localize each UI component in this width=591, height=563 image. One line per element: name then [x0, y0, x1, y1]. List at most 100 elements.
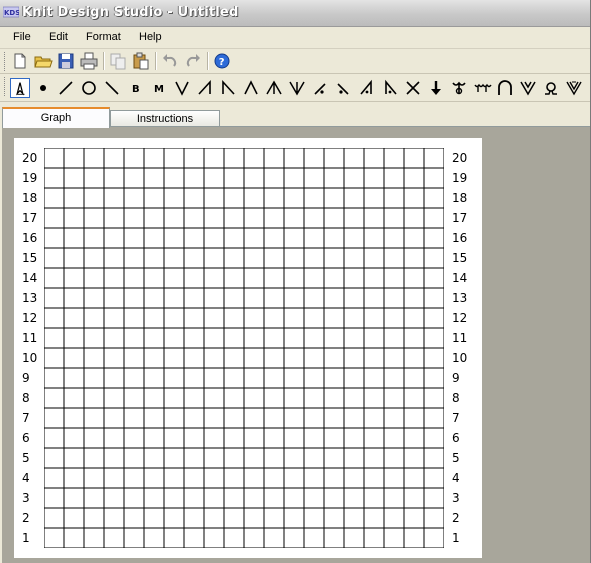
chart-cell[interactable]	[363, 148, 385, 169]
chart-cell[interactable]	[263, 447, 285, 469]
chart-cell[interactable]	[163, 347, 185, 369]
chart-cell[interactable]	[323, 487, 345, 509]
chart-cell[interactable]	[123, 187, 145, 209]
chart-cell[interactable]	[183, 527, 205, 548]
chart-cell[interactable]	[163, 407, 185, 429]
chart-cell[interactable]	[383, 367, 405, 389]
chart-cell[interactable]	[223, 507, 245, 529]
chart-cell[interactable]	[203, 207, 225, 229]
chart-cell[interactable]	[203, 367, 225, 389]
chart-cell[interactable]	[183, 148, 205, 169]
chart-cell[interactable]	[143, 467, 165, 489]
chart-cell[interactable]	[423, 327, 444, 349]
chart-cell[interactable]	[403, 427, 425, 449]
chart-cell[interactable]	[44, 307, 65, 329]
chart-cell[interactable]	[243, 447, 265, 469]
chart-cell[interactable]	[44, 347, 65, 369]
chart-cell[interactable]	[243, 207, 265, 229]
chart-cell[interactable]	[303, 207, 325, 229]
chart-cell[interactable]	[143, 527, 165, 548]
chart-cell[interactable]	[303, 407, 325, 429]
toolbar-grip[interactable]	[4, 77, 8, 96]
chart-cell[interactable]	[243, 247, 265, 269]
paste-icon[interactable]	[131, 51, 151, 71]
chart-cell[interactable]	[243, 148, 265, 169]
chart-cell[interactable]	[63, 487, 85, 509]
chart-cell[interactable]	[323, 167, 345, 189]
chart-cell[interactable]	[263, 487, 285, 509]
chart-cell[interactable]	[383, 247, 405, 269]
chart-cell[interactable]	[223, 247, 245, 269]
chart-cell[interactable]	[83, 287, 105, 309]
chart-cell[interactable]	[263, 207, 285, 229]
chart-cell[interactable]	[83, 267, 105, 289]
chart-cell[interactable]	[343, 227, 365, 249]
right-lean-decrease-icon[interactable]	[195, 78, 215, 98]
chart-cell[interactable]	[44, 167, 65, 189]
chart-cell[interactable]	[363, 227, 385, 249]
chart-cell[interactable]	[103, 167, 125, 189]
chart-cell[interactable]	[163, 227, 185, 249]
chart-cell[interactable]	[423, 447, 444, 469]
chart-cell[interactable]	[143, 487, 165, 509]
chart-cell[interactable]	[263, 467, 285, 489]
chart-cell[interactable]	[183, 487, 205, 509]
chart-cell[interactable]	[403, 247, 425, 269]
chart-cell[interactable]	[83, 427, 105, 449]
chart-cell[interactable]	[123, 447, 145, 469]
chart-cell[interactable]	[83, 407, 105, 429]
chart-cell[interactable]	[283, 347, 305, 369]
chart-cell[interactable]	[363, 507, 385, 529]
chart-cell[interactable]	[83, 347, 105, 369]
chart-cell[interactable]	[403, 307, 425, 329]
chart-cell[interactable]	[44, 267, 65, 289]
chart-cell[interactable]	[223, 267, 245, 289]
v-wedge-icon[interactable]	[564, 78, 584, 98]
chart-cell[interactable]	[263, 167, 285, 189]
chart-cell[interactable]	[363, 347, 385, 369]
v-cable-icon[interactable]	[518, 78, 538, 98]
chart-cell[interactable]	[63, 327, 85, 349]
chart-cell[interactable]	[383, 347, 405, 369]
chart-cell[interactable]	[123, 307, 145, 329]
chart-cell[interactable]	[263, 347, 285, 369]
chart-cell[interactable]	[183, 507, 205, 529]
chart-cell[interactable]	[303, 447, 325, 469]
chart-cell[interactable]	[423, 427, 444, 449]
chart-cell[interactable]	[44, 247, 65, 269]
chart-cell[interactable]	[163, 187, 185, 209]
tab-graph[interactable]: Graph	[2, 107, 110, 128]
chart-cell[interactable]	[83, 507, 105, 529]
chart-cell[interactable]	[283, 287, 305, 309]
chart-cell[interactable]	[44, 207, 65, 229]
chart-cell[interactable]	[363, 307, 385, 329]
chart-cell[interactable]	[143, 148, 165, 169]
chart-cell[interactable]	[383, 527, 405, 548]
chart-cell[interactable]	[143, 207, 165, 229]
chart-cell[interactable]	[63, 187, 85, 209]
chart-cell[interactable]	[203, 467, 225, 489]
chart-cell[interactable]	[363, 407, 385, 429]
chart-cell[interactable]	[303, 327, 325, 349]
chart-cell[interactable]	[423, 347, 444, 369]
chart-cell[interactable]	[343, 307, 365, 329]
chart-cell[interactable]	[343, 187, 365, 209]
chart-cell[interactable]	[103, 507, 125, 529]
chart-cell[interactable]	[383, 467, 405, 489]
chart-cell[interactable]	[203, 227, 225, 249]
chart-cell[interactable]	[163, 287, 185, 309]
chart-cell[interactable]	[63, 307, 85, 329]
chart-cell[interactable]	[223, 407, 245, 429]
dot-right-lean-icon[interactable]	[310, 78, 330, 98]
chart-cell[interactable]	[44, 327, 65, 349]
chart-cell[interactable]	[323, 447, 345, 469]
chart-cell[interactable]	[323, 207, 345, 229]
cross-icon[interactable]	[403, 78, 423, 98]
chart-cell[interactable]	[323, 387, 345, 409]
knit-dot-icon[interactable]	[33, 78, 53, 98]
chart-cell[interactable]	[283, 267, 305, 289]
menu-format[interactable]: Format	[86, 31, 121, 43]
chart-cell[interactable]	[183, 327, 205, 349]
chart-cell[interactable]	[323, 427, 345, 449]
chart-cell[interactable]	[203, 327, 225, 349]
